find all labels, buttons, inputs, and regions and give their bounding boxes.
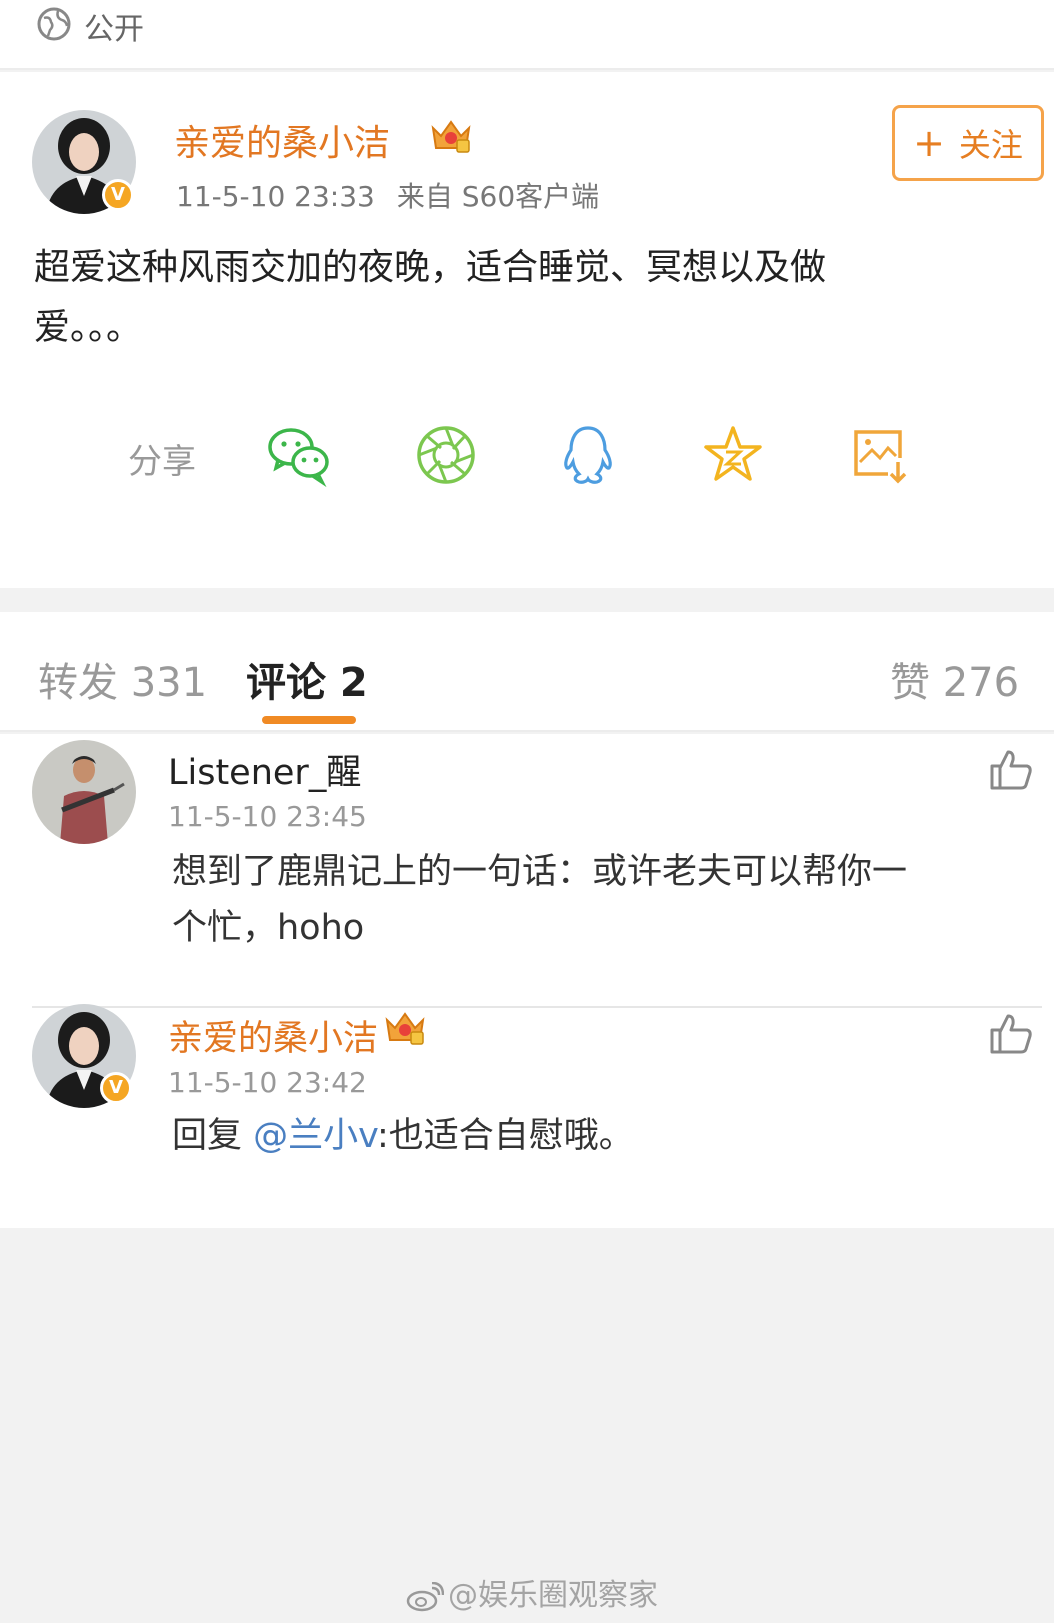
comment-time: 11-5-10 23:45 bbox=[168, 800, 367, 833]
divider bbox=[32, 1006, 1042, 1008]
verified-badge: V bbox=[100, 1072, 132, 1104]
post-card: V 亲爱的桑小洁 11-5-10 23:33 来自 S60客户端 + 关注 超爱这种… bbox=[0, 72, 1054, 588]
qq-icon[interactable] bbox=[555, 422, 621, 488]
follow-label: 关注 bbox=[958, 126, 1023, 164]
verified-badge: V bbox=[102, 179, 134, 211]
watermark: @娱乐圈观察家 bbox=[406, 1570, 658, 1614]
thumbs-up-icon[interactable] bbox=[988, 1010, 1034, 1056]
follow-button[interactable]: + 关注 bbox=[892, 105, 1044, 181]
comment-time: 11-5-10 23:42 bbox=[168, 1066, 367, 1099]
mention-link[interactable]: @兰小v bbox=[253, 1116, 377, 1156]
wechat-icon[interactable] bbox=[266, 422, 332, 488]
comment-text-line: 个忙，hoho bbox=[172, 908, 365, 948]
visibility-bar: 公开 bbox=[0, 0, 1054, 70]
save-image-icon[interactable] bbox=[846, 422, 912, 488]
moments-icon[interactable] bbox=[413, 422, 479, 488]
favorite-star-icon[interactable] bbox=[700, 422, 766, 488]
tab-bar: 转发 331 评论 2 赞 276 bbox=[0, 612, 1054, 732]
globe-icon bbox=[37, 7, 71, 41]
avatar[interactable] bbox=[32, 740, 136, 844]
tab-likes[interactable]: 赞 276 bbox=[890, 650, 1019, 708]
comment-text-line: 想到了鹿鼎记上的一句话：或许老夫可以帮你一 bbox=[172, 852, 908, 892]
active-tab-indicator bbox=[262, 716, 356, 724]
comment-text: 回复 @兰小v:也适合自慰哦。 bbox=[172, 1108, 1032, 1164]
post-text: 超爱这种风雨交加的夜晚，适合睡觉、冥想以及做 爱。。。 bbox=[34, 238, 934, 358]
tab-reposts[interactable]: 转发 331 bbox=[38, 650, 207, 708]
visibility-label: 公开 bbox=[84, 12, 144, 47]
poster-name[interactable]: 亲爱的桑小洁 bbox=[174, 114, 390, 166]
crown-icon bbox=[431, 120, 471, 153]
comment-text: 想到了鹿鼎记上的一句话：或许老夫可以帮你一 个忙，hoho bbox=[172, 844, 1032, 956]
weibo-logo-icon bbox=[406, 1581, 444, 1611]
plus-icon: + bbox=[913, 121, 945, 165]
commenter-name[interactable]: Listener_醒 bbox=[168, 744, 361, 795]
reply-prefix: 回复 bbox=[172, 1116, 243, 1156]
post-source: 来自 S60客户端 bbox=[396, 180, 600, 213]
post-meta: 11-5-10 23:33 来自 S60客户端 bbox=[176, 175, 599, 215]
tab-comments[interactable]: 评论 2 bbox=[246, 650, 368, 708]
post-text-line: 爱。。。 bbox=[34, 307, 143, 348]
comment-body: :也适合自慰哦。 bbox=[376, 1116, 634, 1156]
comment-list: Listener_醒 11-5-10 23:45 想到了鹿鼎记上的一句话：或许老… bbox=[0, 734, 1054, 1228]
watermark-text: @娱乐圈观察家 bbox=[448, 1578, 658, 1613]
share-label: 分享 bbox=[128, 442, 196, 482]
post-time: 11-5-10 23:33 bbox=[176, 180, 375, 213]
post-text-line: 超爱这种风雨交加的夜晚，适合睡觉、冥想以及做 bbox=[34, 247, 827, 288]
thumbs-up-icon[interactable] bbox=[988, 746, 1034, 792]
crown-icon bbox=[385, 1012, 425, 1045]
commenter-name[interactable]: 亲爱的桑小洁 bbox=[168, 1010, 378, 1061]
